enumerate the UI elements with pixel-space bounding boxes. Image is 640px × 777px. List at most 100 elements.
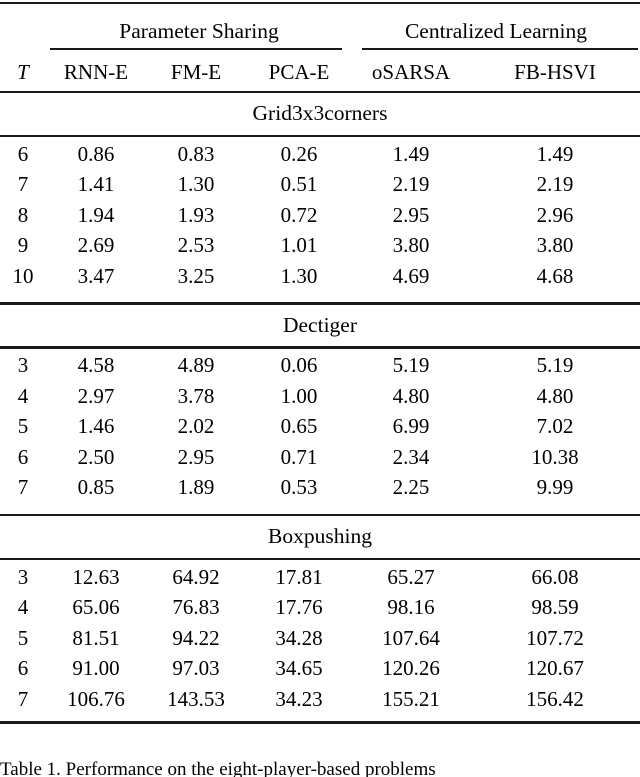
rule-line	[0, 557, 640, 561]
cell-t: 9	[17, 233, 29, 258]
cell-fb-hsvi: 98.59	[531, 595, 579, 620]
cell-rnn-e: 1.46	[77, 414, 115, 439]
table-row: 5 81.51 94.22 34.28 107.64 107.72	[0, 623, 640, 654]
group-header-centralized-learning: Centralized Learning	[404, 18, 588, 43]
cell-fm-e: 2.95	[177, 444, 215, 469]
table-caption: Table 1. Performance on the eight-player…	[0, 759, 436, 777]
cell-fm-e: 143.53	[167, 686, 225, 711]
cell-fb-hsvi: 66.08	[531, 564, 579, 589]
cell-fm-e: 3.25	[177, 263, 215, 288]
cell-pca-e: 0.26	[280, 141, 318, 166]
cell-fb-hsvi: 5.19	[536, 353, 574, 378]
cell-pca-e: 0.53	[280, 475, 318, 500]
group-header-row: Parameter Sharing Centralized Learning	[0, 6, 640, 44]
table-row: 5 1.46 2.02 0.65 6.99 7.02	[0, 412, 640, 443]
cell-pca-e: 1.01	[280, 233, 318, 258]
cell-rnn-e: 3.47	[77, 263, 115, 288]
rule-line	[0, 721, 640, 724]
cell-osarsa: 2.95	[392, 202, 430, 227]
table-row: 6 91.00 97.03 34.65 120.26 120.67	[0, 654, 640, 685]
cell-osarsa: 2.19	[392, 172, 430, 197]
cell-rnn-e: 106.76	[67, 686, 125, 711]
cell-pca-e: 0.65	[280, 414, 318, 439]
table-row: 4 65.06 76.83 17.76 98.16 98.59	[0, 593, 640, 624]
cell-pca-e: 0.72	[280, 202, 318, 227]
cell-fm-e: 76.83	[172, 595, 220, 620]
rule-line	[0, 134, 640, 138]
cell-fm-e: 4.89	[177, 353, 215, 378]
rule-line	[0, 302, 640, 305]
cell-osarsa: 3.80	[392, 233, 430, 258]
cell-t: 6	[17, 656, 29, 681]
cell-rnn-e: 1.94	[77, 202, 115, 227]
cell-t: 4	[17, 383, 29, 408]
table-row: 7 0.85 1.89 0.53 2.25 9.99	[0, 473, 640, 504]
section-title-boxpushing: Boxpushing	[268, 524, 372, 549]
group-header-parameter-sharing: Parameter Sharing	[119, 18, 279, 43]
table-row: 3 4.58 4.89 0.06 5.19 5.19	[0, 351, 640, 382]
cell-t: 6	[17, 444, 29, 469]
table-row: 10 3.47 3.25 1.30 4.69 4.68	[0, 261, 640, 292]
cell-osarsa: 120.26	[382, 656, 440, 681]
cell-rnn-e: 2.97	[77, 383, 115, 408]
cell-rnn-e: 2.50	[77, 444, 115, 469]
cmidrule-spacer	[0, 44, 46, 55]
cell-rnn-e: 2.69	[77, 233, 115, 258]
rule-line	[0, 90, 640, 94]
cell-fm-e: 97.03	[172, 656, 220, 681]
cell-pca-e: 0.06	[280, 353, 318, 378]
cell-pca-e: 0.51	[280, 172, 318, 197]
cell-t: 6	[17, 141, 29, 166]
cell-osarsa: 2.25	[392, 475, 430, 500]
cell-fb-hsvi: 4.68	[536, 263, 574, 288]
section-title-row: Grid3x3corners	[0, 95, 640, 133]
column-header-fm-e: FM-E	[170, 59, 222, 84]
cell-fm-e: 2.02	[177, 414, 215, 439]
rule-line	[0, 1, 640, 5]
cell-rnn-e: 65.06	[72, 595, 120, 620]
table-row: 8 1.94 1.93 0.72 2.95 2.96	[0, 200, 640, 231]
cell-rnn-e: 81.51	[72, 625, 120, 650]
cell-fm-e: 2.53	[177, 233, 215, 258]
cmidrule-row	[0, 44, 640, 55]
cell-t: 4	[17, 595, 29, 620]
rule-line	[362, 48, 638, 50]
table-row: 7 1.41 1.30 0.51 2.19 2.19	[0, 170, 640, 201]
section-title-row: Dectiger	[0, 307, 640, 345]
section-title-dectiger: Dectiger	[282, 312, 357, 337]
table-row: 6 0.86 0.83 0.26 1.49 1.49	[0, 139, 640, 170]
cell-t: 3	[17, 564, 29, 589]
cell-fb-hsvi: 156.42	[526, 686, 584, 711]
cell-t: 8	[17, 202, 29, 227]
cell-rnn-e: 4.58	[77, 353, 115, 378]
table-row: 3 12.63 64.92 17.81 65.27 66.08	[0, 562, 640, 593]
cell-pca-e: 17.81	[275, 564, 323, 589]
section-gap	[0, 503, 640, 512]
cell-t: 7	[17, 172, 29, 197]
table-row: 9 2.69 2.53 1.01 3.80 3.80	[0, 231, 640, 262]
cell-fm-e: 1.30	[177, 172, 215, 197]
cell-rnn-e: 1.41	[77, 172, 115, 197]
cell-fb-hsvi: 2.19	[536, 172, 574, 197]
cell-rnn-e: 91.00	[72, 656, 120, 681]
cell-rnn-e: 0.86	[77, 141, 115, 166]
cell-fb-hsvi: 120.67	[526, 656, 584, 681]
cell-pca-e: 17.76	[275, 595, 323, 620]
column-header-fb-hsvi: FB-HSVI	[514, 59, 596, 84]
cell-osarsa: 6.99	[392, 414, 430, 439]
column-header-pca-e: PCA-E	[268, 59, 330, 84]
group-header-spacer	[0, 6, 46, 44]
cell-pca-e: 1.30	[280, 263, 318, 288]
table-row: 6 2.50 2.95 0.71 2.34 10.38	[0, 442, 640, 473]
cell-fb-hsvi: 7.02	[536, 414, 574, 439]
table-figure: Parameter Sharing Centralized Learning T…	[0, 0, 640, 777]
section-gap	[0, 292, 640, 301]
cell-fm-e: 1.89	[177, 475, 215, 500]
cell-t: 5	[17, 625, 29, 650]
cell-fb-hsvi: 10.38	[531, 444, 579, 469]
cell-t: 3	[17, 353, 29, 378]
cell-pca-e: 1.00	[280, 383, 318, 408]
cmidrule-parameter-sharing	[46, 44, 352, 55]
cell-osarsa: 4.80	[392, 383, 430, 408]
section-title-row: Boxpushing	[0, 518, 640, 556]
